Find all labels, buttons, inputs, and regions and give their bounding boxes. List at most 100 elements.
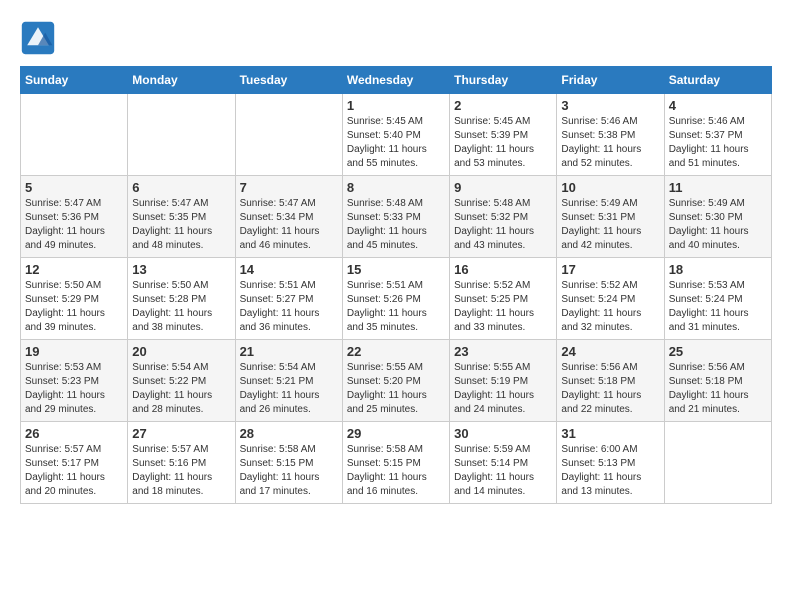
day-number: 9	[454, 180, 552, 195]
day-info: Sunrise: 5:45 AM Sunset: 5:39 PM Dayligh…	[454, 115, 552, 171]
calendar-cell: 19 Sunrise: 5:53 AM Sunset: 5:23 PM Dayli…	[21, 340, 128, 422]
day-header-thursday: Thursday	[450, 67, 557, 94]
day-info: Sunrise: 5:47 AM Sunset: 5:36 PM Dayligh…	[25, 197, 123, 253]
day-number: 3	[561, 98, 659, 113]
calendar-cell: 16 Sunrise: 5:52 AM Sunset: 5:25 PM Dayli…	[450, 258, 557, 340]
day-number: 28	[240, 426, 338, 441]
day-number: 27	[132, 426, 230, 441]
calendar-cell: 6 Sunrise: 5:47 AM Sunset: 5:35 PM Daylig…	[128, 176, 235, 258]
day-number: 16	[454, 262, 552, 277]
day-info: Sunrise: 5:46 AM Sunset: 5:37 PM Dayligh…	[669, 115, 767, 171]
day-number: 13	[132, 262, 230, 277]
calendar-cell: 18 Sunrise: 5:53 AM Sunset: 5:24 PM Dayli…	[664, 258, 771, 340]
calendar-cell: 17 Sunrise: 5:52 AM Sunset: 5:24 PM Dayli…	[557, 258, 664, 340]
day-number: 22	[347, 344, 445, 359]
day-number: 24	[561, 344, 659, 359]
day-number: 29	[347, 426, 445, 441]
day-info: Sunrise: 5:48 AM Sunset: 5:32 PM Dayligh…	[454, 197, 552, 253]
day-info: Sunrise: 5:53 AM Sunset: 5:23 PM Dayligh…	[25, 361, 123, 417]
day-number: 15	[347, 262, 445, 277]
day-info: Sunrise: 5:56 AM Sunset: 5:18 PM Dayligh…	[669, 361, 767, 417]
day-number: 11	[669, 180, 767, 195]
day-info: Sunrise: 5:52 AM Sunset: 5:25 PM Dayligh…	[454, 279, 552, 335]
day-number: 1	[347, 98, 445, 113]
day-number: 7	[240, 180, 338, 195]
calendar-cell: 2 Sunrise: 5:45 AM Sunset: 5:39 PM Daylig…	[450, 94, 557, 176]
day-info: Sunrise: 5:54 AM Sunset: 5:22 PM Dayligh…	[132, 361, 230, 417]
calendar-cell: 21 Sunrise: 5:54 AM Sunset: 5:21 PM Dayli…	[235, 340, 342, 422]
calendar-cell: 8Sunrise: 5:48 AM Sunset: 5:33 PM Daylig…	[342, 176, 449, 258]
calendar-cell: 23Sunrise: 5:55 AM Sunset: 5:19 PM Dayli…	[450, 340, 557, 422]
day-header-monday: Monday	[128, 67, 235, 94]
day-number: 21	[240, 344, 338, 359]
calendar-week-row: 12 Sunrise: 5:50 AM Sunset: 5:29 PM Dayli…	[21, 258, 772, 340]
calendar-cell	[128, 94, 235, 176]
day-number: 2	[454, 98, 552, 113]
day-number: 30	[454, 426, 552, 441]
day-info: Sunrise: 5:56 AM Sunset: 5:18 PM Dayligh…	[561, 361, 659, 417]
day-header-wednesday: Wednesday	[342, 67, 449, 94]
day-header-tuesday: Tuesday	[235, 67, 342, 94]
calendar-cell: 29 Sunrise: 5:58 AM Sunset: 5:15 PM Dayli…	[342, 422, 449, 504]
day-info: Sunrise: 5:50 AM Sunset: 5:28 PM Dayligh…	[132, 279, 230, 335]
day-info: Sunrise: 5:51 AM Sunset: 5:27 PM Dayligh…	[240, 279, 338, 335]
calendar-cell: 9 Sunrise: 5:48 AM Sunset: 5:32 PM Daylig…	[450, 176, 557, 258]
day-number: 31	[561, 426, 659, 441]
calendar-cell: 14 Sunrise: 5:51 AM Sunset: 5:27 PM Dayli…	[235, 258, 342, 340]
calendar-cell: 7 Sunrise: 5:47 AM Sunset: 5:34 PM Daylig…	[235, 176, 342, 258]
day-info: Sunrise: 5:57 AM Sunset: 5:17 PM Dayligh…	[25, 443, 123, 499]
day-info: Sunrise: 5:49 AM Sunset: 5:31 PM Dayligh…	[561, 197, 659, 253]
calendar-cell: 1 Sunrise: 5:45 AM Sunset: 5:40 PM Daylig…	[342, 94, 449, 176]
calendar-cell	[21, 94, 128, 176]
day-info: Sunrise: 5:45 AM Sunset: 5:40 PM Dayligh…	[347, 115, 445, 171]
day-number: 18	[669, 262, 767, 277]
day-number: 20	[132, 344, 230, 359]
day-info: Sunrise: 5:55 AM Sunset: 5:20 PM Dayligh…	[347, 361, 445, 417]
day-info: Sunrise: 5:53 AM Sunset: 5:24 PM Dayligh…	[669, 279, 767, 335]
day-info: Sunrise: 5:54 AM Sunset: 5:21 PM Dayligh…	[240, 361, 338, 417]
day-info: Sunrise: 5:49 AM Sunset: 5:30 PM Dayligh…	[669, 197, 767, 253]
calendar-cell: 27 Sunrise: 5:57 AM Sunset: 5:16 PM Dayli…	[128, 422, 235, 504]
day-number: 23	[454, 344, 552, 359]
day-number: 4	[669, 98, 767, 113]
calendar-cell	[235, 94, 342, 176]
page-header	[20, 20, 772, 56]
calendar-week-row: 5Sunrise: 5:47 AM Sunset: 5:36 PM Daylig…	[21, 176, 772, 258]
day-info: Sunrise: 5:50 AM Sunset: 5:29 PM Dayligh…	[25, 279, 123, 335]
calendar-cell: 25 Sunrise: 5:56 AM Sunset: 5:18 PM Dayli…	[664, 340, 771, 422]
calendar-cell: 11 Sunrise: 5:49 AM Sunset: 5:30 PM Dayli…	[664, 176, 771, 258]
calendar-cell: 22 Sunrise: 5:55 AM Sunset: 5:20 PM Dayli…	[342, 340, 449, 422]
day-number: 17	[561, 262, 659, 277]
calendar-cell: 24 Sunrise: 5:56 AM Sunset: 5:18 PM Dayli…	[557, 340, 664, 422]
day-info: Sunrise: 5:47 AM Sunset: 5:34 PM Dayligh…	[240, 197, 338, 253]
calendar-week-row: 26 Sunrise: 5:57 AM Sunset: 5:17 PM Dayli…	[21, 422, 772, 504]
logo	[20, 20, 62, 56]
day-info: Sunrise: 5:46 AM Sunset: 5:38 PM Dayligh…	[561, 115, 659, 171]
day-number: 25	[669, 344, 767, 359]
calendar-cell: 20 Sunrise: 5:54 AM Sunset: 5:22 PM Dayli…	[128, 340, 235, 422]
calendar-cell: 13 Sunrise: 5:50 AM Sunset: 5:28 PM Dayli…	[128, 258, 235, 340]
day-number: 8	[347, 180, 445, 195]
calendar-cell	[664, 422, 771, 504]
day-number: 10	[561, 180, 659, 195]
day-header-friday: Friday	[557, 67, 664, 94]
day-info: Sunrise: 5:57 AM Sunset: 5:16 PM Dayligh…	[132, 443, 230, 499]
day-number: 12	[25, 262, 123, 277]
day-number: 26	[25, 426, 123, 441]
calendar-cell: 31Sunrise: 6:00 AM Sunset: 5:13 PM Dayli…	[557, 422, 664, 504]
calendar-cell: 4 Sunrise: 5:46 AM Sunset: 5:37 PM Daylig…	[664, 94, 771, 176]
calendar-cell: 28Sunrise: 5:58 AM Sunset: 5:15 PM Dayli…	[235, 422, 342, 504]
calendar-week-row: 19 Sunrise: 5:53 AM Sunset: 5:23 PM Dayli…	[21, 340, 772, 422]
calendar-table: SundayMondayTuesdayWednesdayThursdayFrid…	[20, 66, 772, 504]
day-number: 14	[240, 262, 338, 277]
calendar-cell: 10 Sunrise: 5:49 AM Sunset: 5:31 PM Dayli…	[557, 176, 664, 258]
calendar-week-row: 1 Sunrise: 5:45 AM Sunset: 5:40 PM Daylig…	[21, 94, 772, 176]
calendar-cell: 26 Sunrise: 5:57 AM Sunset: 5:17 PM Dayli…	[21, 422, 128, 504]
day-info: Sunrise: 5:52 AM Sunset: 5:24 PM Dayligh…	[561, 279, 659, 335]
day-number: 6	[132, 180, 230, 195]
day-info: Sunrise: 5:58 AM Sunset: 5:15 PM Dayligh…	[347, 443, 445, 499]
logo-icon	[20, 20, 56, 56]
calendar-cell: 12 Sunrise: 5:50 AM Sunset: 5:29 PM Dayli…	[21, 258, 128, 340]
day-info: Sunrise: 5:47 AM Sunset: 5:35 PM Dayligh…	[132, 197, 230, 253]
day-number: 19	[25, 344, 123, 359]
